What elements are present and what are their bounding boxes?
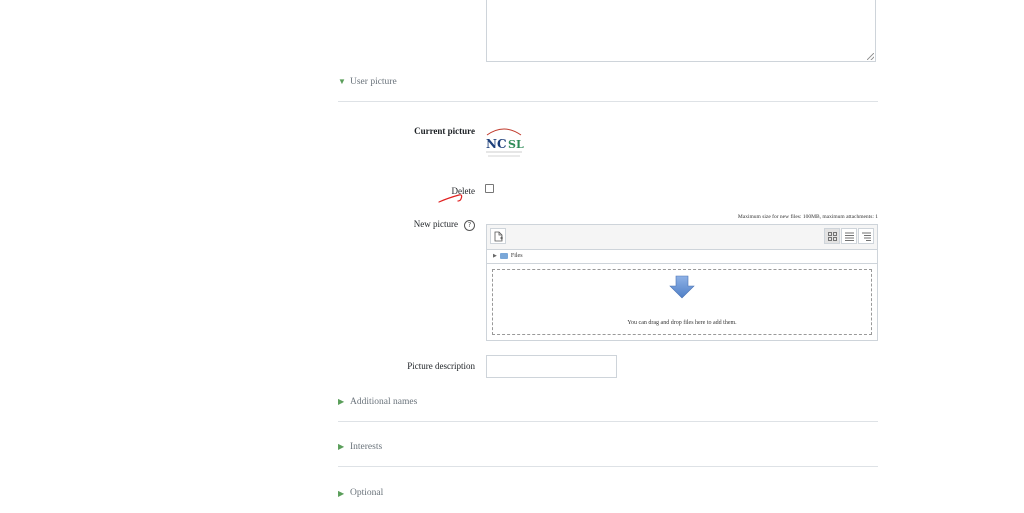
list-view-icon — [844, 232, 854, 241]
filepicker: ▶ Files You can drag and drop files here… — [486, 224, 878, 341]
picture-description-input[interactable] — [486, 355, 617, 378]
list-view-button[interactable] — [841, 228, 857, 244]
tree-view-icon — [861, 232, 871, 241]
current-picture-image: NC SL — [484, 125, 524, 161]
current-picture-label: Current picture — [414, 126, 475, 136]
grid-view-icon — [827, 231, 837, 241]
delete-checkbox[interactable] — [485, 184, 494, 193]
caret-right-icon: ▶ — [338, 488, 345, 498]
user-avatar-logo: NC SL — [486, 128, 524, 157]
section-user-picture[interactable]: ▼ User picture — [338, 62, 878, 102]
section-optional[interactable]: ▶ Optional — [338, 473, 878, 513]
caret-down-icon: ▼ — [338, 77, 346, 86]
caret-right-icon: ▶ — [338, 397, 345, 406]
filepicker-path[interactable]: ▶ Files — [487, 249, 877, 264]
resize-grip-icon[interactable] — [867, 53, 874, 60]
filepicker-toolbar — [487, 225, 877, 250]
section-additional-names-label: Additional names — [350, 396, 418, 407]
tree-view-button[interactable] — [858, 228, 874, 244]
picture-description-label: Picture description — [407, 361, 475, 371]
new-picture-label: New picture? — [337, 219, 475, 231]
annotation-stroke — [438, 194, 463, 203]
drop-instructions: You can drag and drop files here to add … — [627, 320, 737, 326]
section-additional-names[interactable]: ▶ Additional names — [338, 382, 878, 422]
folder-icon — [499, 253, 508, 259]
grid-view-button[interactable] — [824, 228, 840, 244]
add-file-button[interactable] — [490, 228, 506, 244]
description-textarea[interactable] — [486, 0, 876, 62]
file-drop-zone[interactable]: You can drag and drop files here to add … — [492, 269, 872, 335]
section-interests-label: Interests — [350, 441, 383, 452]
new-picture-label-text: New picture — [413, 219, 458, 229]
view-switcher — [823, 228, 874, 244]
section-interests[interactable]: ▶ Interests — [338, 427, 878, 467]
caret-right-icon: ▶ — [338, 442, 345, 451]
help-icon[interactable]: ? — [464, 220, 475, 231]
arrow-down-icon — [669, 275, 695, 299]
max-size-note: Maximum size for new files: 100MB, maxim… — [737, 214, 878, 220]
expand-triangle-icon: ▶ — [493, 254, 497, 259]
section-user-picture-label: User picture — [350, 76, 397, 87]
svg-text:SL: SL — [508, 138, 524, 151]
svg-text:NC: NC — [486, 137, 507, 151]
folder-label: Files — [510, 253, 523, 259]
document-add-icon — [494, 231, 503, 241]
